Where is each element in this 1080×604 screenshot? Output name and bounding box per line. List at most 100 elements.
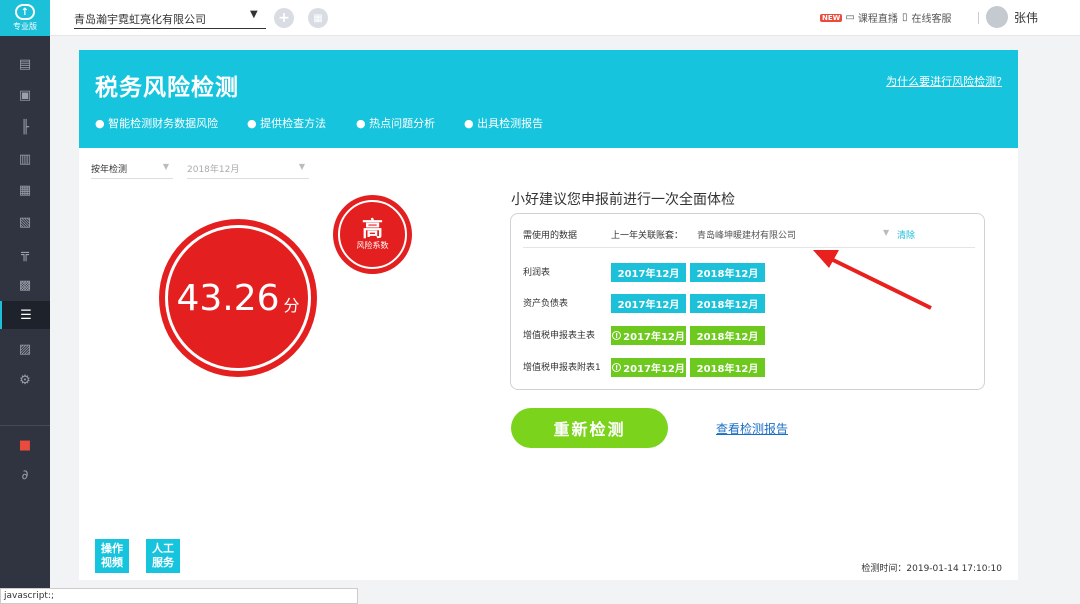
sidebar-item-books[interactable]: ▥ [0, 145, 50, 173]
risk-check-icon: ☰ [20, 307, 32, 323]
clear-link[interactable]: 清除 [897, 228, 915, 241]
risk-label: 风险系数 [356, 241, 389, 250]
caret-down-icon: ▼ [298, 162, 305, 171]
separator [978, 12, 979, 24]
period-pill[interactable]: 2017年12月 [611, 263, 686, 282]
page-title: 税务风险检测 [95, 75, 239, 101]
assets-icon: ▩ [18, 277, 32, 293]
period-pill[interactable]: 2018年12月 [690, 294, 765, 313]
cloud-logo-icon: ↑ [15, 4, 35, 20]
feature-item: ● 热点问题分析 [356, 117, 436, 130]
sidebar-divider [0, 425, 50, 426]
avatar [986, 6, 1008, 28]
why-check-link[interactable]: 为什么要进行风险检测? [886, 73, 1002, 89]
feature-item: ● 提供检查方法 [247, 117, 327, 130]
human-service-button[interactable]: 人工 服务 [146, 539, 180, 573]
sidebar-item-report[interactable]: ╟ [0, 113, 50, 141]
browser-status-bar: javascript:; [0, 588, 358, 604]
period-pill[interactable]: 2018年12月 [690, 326, 765, 345]
sidebar-item-tax[interactable]: ╦ [0, 240, 50, 268]
row-label-vat-attachment: 增值税申报表附表1 [523, 363, 601, 373]
top-bar: 青岛瀚宇霓虹亮化有限公司 ▼ + ▦ NEW ▭ 课程直播 ▯ 在线客服 张伟 [50, 0, 1080, 36]
new-badge: NEW [820, 13, 843, 22]
sidebar-item-print[interactable]: ▨ [0, 335, 50, 363]
annotation-arrow [813, 250, 932, 310]
calendar-icon: ▦ [18, 182, 32, 198]
prev-year-label: 上一年关联账套： [611, 231, 684, 241]
sidebar-item-gift[interactable]: ■ [0, 431, 50, 459]
caret-down-icon[interactable]: ▼ [250, 9, 258, 20]
check-mode-select[interactable]: 按年检测 ▼ [91, 157, 173, 179]
add-company-button[interactable]: + [274, 8, 294, 28]
tax-icon: ╦ [21, 246, 29, 262]
period-pill[interactable]: 2018年12月 [690, 263, 765, 282]
linked-company-select[interactable]: 青岛峰坤暖建材有限公司 [697, 228, 796, 241]
operation-video-label: 操作 视频 [101, 542, 123, 569]
plus-icon: + [278, 10, 290, 26]
check-time: 检测时间：2019-01-14 17:10:10 [861, 564, 1002, 574]
score-value: 43.26 [176, 277, 280, 319]
data-header: 需使用的数据 上一年关联账套： 青岛峰坤暖建材有限公司 ▼ 清除 [523, 228, 975, 248]
sidebar-item-voucher[interactable]: ▤ [0, 50, 50, 78]
sidebar-item-link[interactable]: ∂ [0, 461, 50, 489]
check-mode-value: 按年检测 [91, 165, 128, 175]
period-pill-warning[interactable]: ! 2017年12月 [611, 326, 686, 345]
period-pill-label: 2017年12月 [623, 364, 685, 375]
risk-level-badge: 高 风险系数 [333, 195, 412, 274]
user-name: 张伟 [1014, 10, 1039, 25]
recheck-button[interactable]: 重新检测 [511, 408, 668, 448]
app-logo[interactable]: ↑ 专业版 [0, 0, 50, 36]
sidebar-item-assets[interactable]: ▩ [0, 271, 50, 299]
score-circle: 43.26 分 [159, 219, 317, 377]
period-pill-warning[interactable]: ! 2017年12月 [611, 358, 686, 377]
risk-level: 高 [362, 217, 383, 241]
grid-menu-button[interactable]: ▦ [308, 8, 328, 28]
sidebar-item-risk-check[interactable]: ☰ [0, 301, 50, 329]
invoice-icon: ▧ [18, 214, 32, 230]
ledger-icon: ▣ [18, 87, 32, 103]
sidebar-item-calendar[interactable]: ▦ [0, 176, 50, 204]
edition-label: 专业版 [13, 22, 37, 31]
sidebar: ↑ 专业版 ▤ ▣ ╟ ▥ ▦ ▧ ╦ ▩ ☰ ▨ ⚙ ■ ∂ [0, 0, 50, 604]
company-selector[interactable]: 青岛瀚宇霓虹亮化有限公司 [74, 11, 266, 29]
gear-icon: ⚙ [19, 372, 31, 388]
chart-icon: ╟ [21, 119, 29, 135]
suggestion-title: 小好建议您申报前进行一次全面体检 [511, 192, 735, 208]
period-pill[interactable]: 2018年12月 [690, 358, 765, 377]
sidebar-item-invoice[interactable]: ▧ [0, 208, 50, 236]
link-icon: ∂ [21, 467, 29, 483]
main-content: 税务风险检测 为什么要进行风险检测? ● 智能检测财务数据风险 ● 提供检查方法… [79, 50, 1018, 580]
online-service-label: 在线客服 [911, 14, 952, 25]
risk-banner: 税务风险检测 为什么要进行风险检测? ● 智能检测财务数据风险 ● 提供检查方法… [79, 50, 1018, 148]
score-unit: 分 [283, 296, 300, 315]
view-report-link[interactable]: 查看检测报告 [716, 420, 788, 437]
tv-icon: ▭ [845, 12, 855, 23]
sidebar-item-ledger[interactable]: ▣ [0, 81, 50, 109]
risk-ring: 高 风险系数 [338, 200, 407, 269]
feature-item: ● 出具检测报告 [464, 117, 544, 130]
period-pill-label: 2017年12月 [623, 332, 685, 343]
row-label-balance: 资产负债表 [523, 299, 569, 309]
period-pill[interactable]: 2017年12月 [611, 294, 686, 313]
operation-video-button[interactable]: 操作 视频 [95, 539, 129, 573]
human-service-label: 人工 服务 [152, 542, 174, 569]
period-value: 2018年12月 [187, 165, 240, 175]
gift-icon: ■ [18, 437, 32, 453]
book-icon: ▥ [18, 151, 32, 167]
warning-icon: ! [612, 363, 622, 372]
warning-icon: ! [612, 331, 622, 340]
online-service-link[interactable]: ▯ 在线客服 [902, 10, 952, 25]
separator [892, 12, 893, 24]
data-header-label: 需使用的数据 [523, 231, 578, 241]
print-icon: ▨ [18, 341, 32, 357]
row-label-vat-main: 增值税申报表主表 [523, 331, 596, 341]
voucher-icon: ▤ [18, 56, 32, 72]
live-course-link[interactable]: NEW ▭ 课程直播 [820, 10, 898, 25]
row-label-income: 利润表 [523, 268, 551, 278]
sidebar-item-settings[interactable]: ⚙ [0, 366, 50, 394]
caret-down-icon[interactable]: ▼ [883, 228, 889, 237]
book-icon: ▯ [902, 12, 908, 23]
user-menu[interactable]: 张伟 [986, 6, 1038, 28]
score-ring: 43.26 分 [165, 225, 311, 371]
period-select[interactable]: 2018年12月 ▼ [187, 157, 309, 179]
